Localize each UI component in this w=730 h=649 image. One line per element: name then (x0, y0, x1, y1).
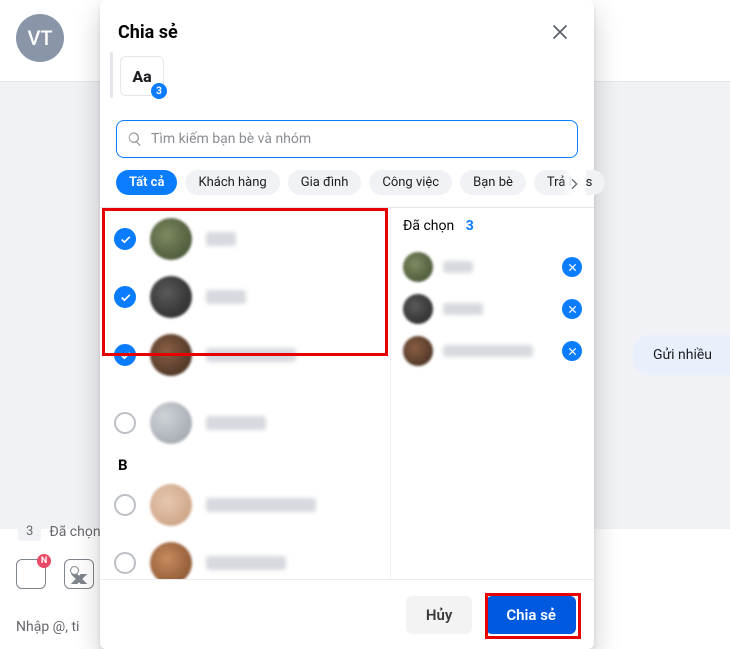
checkbox[interactable] (114, 228, 136, 250)
search-input[interactable] (151, 131, 567, 147)
dialog-title: Chia sẻ (118, 22, 178, 43)
remove-button[interactable] (562, 341, 582, 361)
sticker-icon[interactable] (16, 559, 46, 589)
avatar (150, 542, 192, 579)
text-style-badge: 3 (151, 83, 167, 99)
bg-selected-label: Đã chọn (49, 524, 100, 540)
dialog-body: B Đã chọn 3 (100, 208, 594, 579)
close-icon (549, 21, 571, 43)
avatar (150, 484, 192, 526)
remove-button[interactable] (562, 257, 582, 277)
contact-name (206, 232, 236, 246)
selected-name (443, 261, 473, 273)
share-dialog: Chia sẻ Aa 3 Tất cả Khách hàng Gia đình … (100, 0, 594, 649)
image-icon[interactable] (64, 559, 94, 589)
message-preview: Aa 3 (100, 54, 594, 112)
selected-title-text: Đã chọn (403, 218, 454, 234)
contact-list[interactable]: B (100, 208, 390, 579)
check-icon (119, 349, 132, 362)
checkbox[interactable] (114, 494, 136, 516)
quote-bar (110, 52, 113, 98)
avatar (150, 218, 192, 260)
contact-name (206, 556, 286, 570)
avatar (150, 402, 192, 444)
cancel-button[interactable]: Hủy (406, 596, 472, 634)
selected-name (443, 303, 483, 315)
tag-friends[interactable]: Bạn bè (460, 170, 526, 195)
composer-icons (16, 559, 94, 589)
close-icon (567, 346, 578, 357)
close-button[interactable] (544, 16, 576, 48)
share-submit-button[interactable]: Chia sẻ (486, 596, 576, 634)
selected-title: Đã chọn 3 (403, 218, 582, 234)
text-style-chip[interactable]: Aa 3 (120, 56, 164, 96)
dialog-footer: Hủy Chia sẻ (100, 579, 594, 649)
checkbox[interactable] (114, 286, 136, 308)
selected-item (403, 246, 582, 288)
avatar (150, 334, 192, 376)
checkbox[interactable] (114, 344, 136, 366)
tag-all[interactable]: Tất cả (116, 170, 177, 195)
text-style-label: Aa (132, 67, 151, 86)
contact-name (206, 290, 246, 304)
contact-row[interactable] (100, 394, 390, 452)
dialog-header: Chia sẻ (100, 0, 594, 54)
contact-row[interactable] (100, 214, 390, 268)
remove-button[interactable] (562, 299, 582, 319)
avatar (403, 252, 433, 282)
chevron-right-icon (566, 176, 582, 192)
avatar (403, 294, 433, 324)
bg-selected-number: 3 (18, 522, 41, 541)
close-icon (567, 262, 578, 273)
contact-name (206, 498, 316, 512)
selected-item (403, 330, 582, 372)
message-input-hint[interactable]: Nhập @, ti (16, 619, 79, 635)
contact-row[interactable] (100, 268, 390, 326)
checkbox[interactable] (114, 552, 136, 574)
checkbox[interactable] (114, 412, 136, 434)
selected-count: 3 (466, 218, 474, 234)
contact-name (206, 416, 266, 430)
section-letter: B (100, 452, 390, 476)
bg-selected-count: 3 Đã chọn (18, 522, 101, 541)
avatar (150, 276, 192, 318)
close-icon (567, 304, 578, 315)
search-field[interactable] (116, 120, 578, 158)
contact-name (206, 348, 296, 362)
search-icon (127, 131, 143, 147)
contact-row[interactable] (100, 326, 390, 384)
tags-scroll-right[interactable] (562, 170, 586, 198)
send-many-button[interactable]: Gửi nhiều (633, 335, 730, 375)
tag-work[interactable]: Công việc (369, 170, 452, 195)
selected-panel: Đã chọn 3 (390, 208, 594, 579)
check-icon (119, 233, 132, 246)
selected-name (443, 345, 533, 357)
tag-family[interactable]: Gia đình (288, 170, 362, 195)
check-icon (119, 291, 132, 304)
avatar: VT (16, 14, 64, 62)
tag-filter-row: Tất cả Khách hàng Gia đình Công việc Bạn… (100, 170, 594, 207)
selected-item (403, 288, 582, 330)
avatar (403, 336, 433, 366)
tag-customers[interactable]: Khách hàng (185, 170, 279, 195)
contact-row[interactable] (100, 534, 390, 579)
contact-row[interactable] (100, 476, 390, 534)
